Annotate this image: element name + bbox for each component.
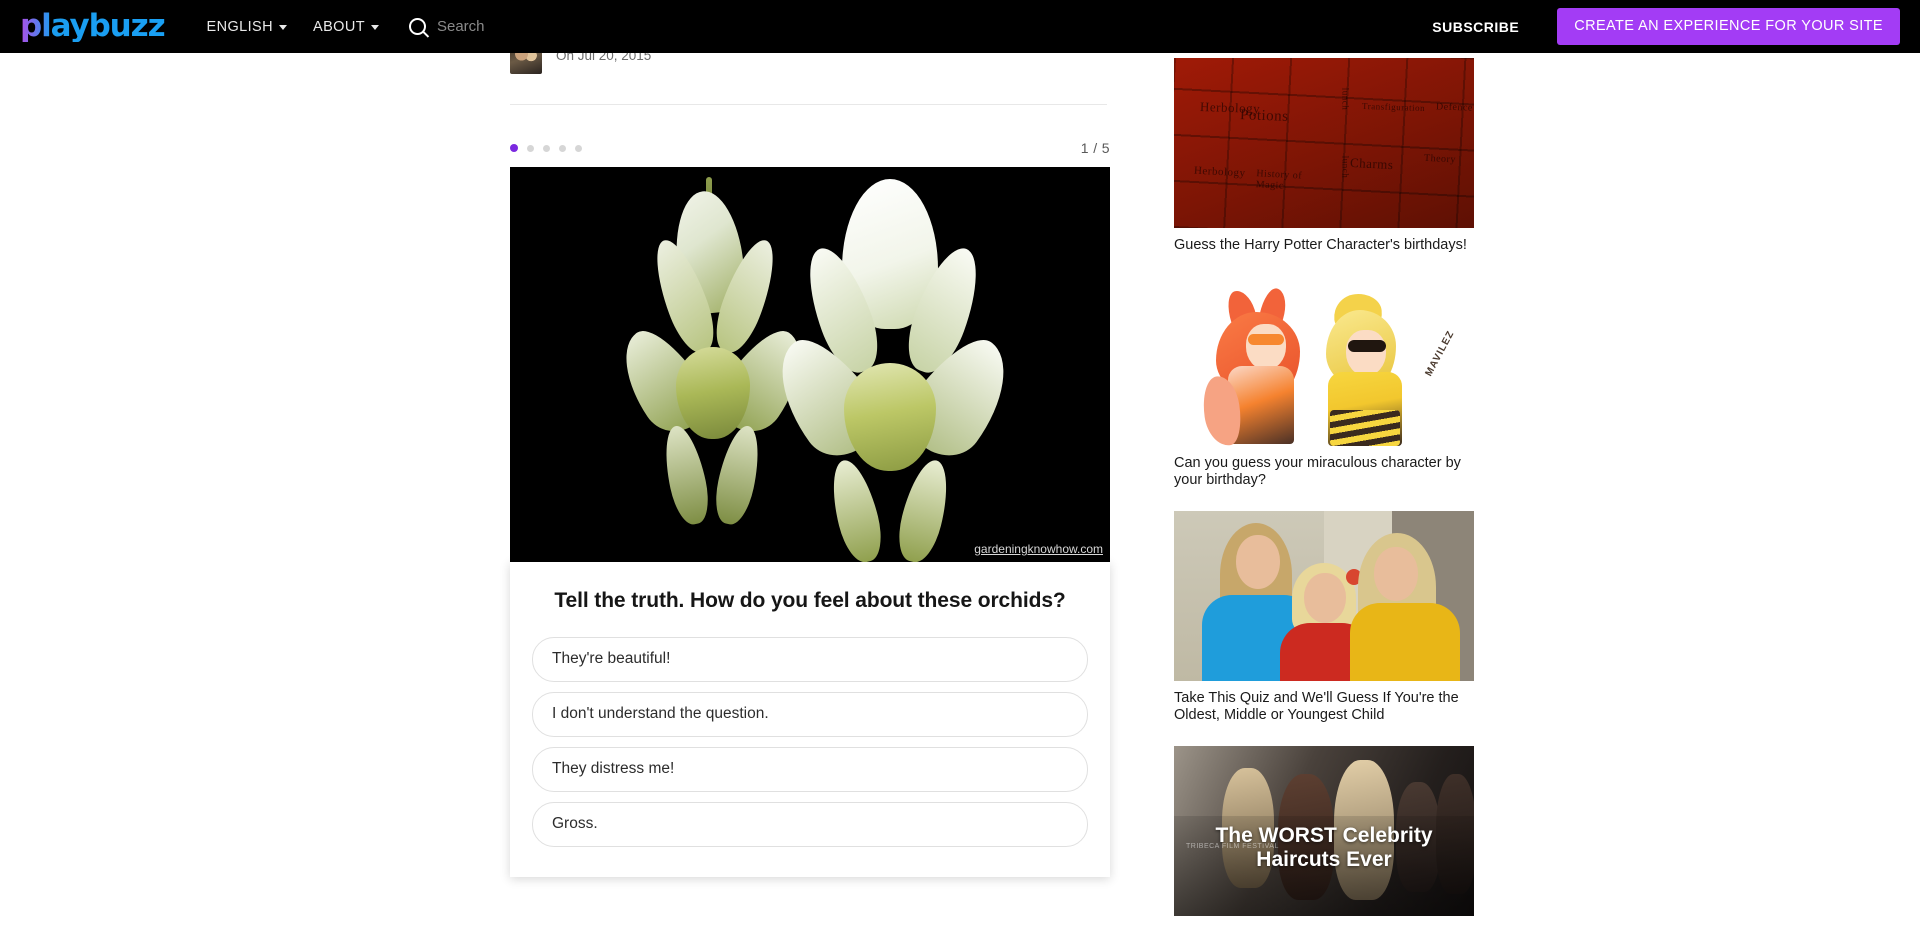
answer-option-2[interactable]: I don't understand the question.: [532, 692, 1088, 737]
thumb-label: lunch: [1340, 88, 1350, 111]
header-actions: SUBSCRIBE CREATE AN EXPERIENCE FOR YOUR …: [1432, 8, 1900, 45]
nav-item-english-label: ENGLISH: [207, 19, 273, 35]
promo-title-1[interactable]: Guess the Harry Potter Character's birth…: [1174, 237, 1474, 254]
answer-option-1[interactable]: They're beautiful!: [532, 637, 1088, 682]
promo-thumbnail-miraculous[interactable]: MAVILEZ: [1174, 276, 1474, 446]
image-watermark: gardeningknowhow.com: [974, 542, 1103, 556]
quiz-card: gardeningknowhow.com Tell the truth. How…: [510, 167, 1110, 877]
chevron-down-icon: [279, 25, 287, 30]
thumb-label: Transfiguration: [1362, 101, 1425, 113]
search-icon[interactable]: [409, 18, 426, 35]
thumb-label: History of Magic: [1255, 168, 1326, 194]
search-area: [409, 18, 697, 35]
site-header: playbuzz ENGLISH ABOUT SUBSCRIBE CREATE …: [0, 0, 1920, 53]
thumb-label: Charms: [1350, 155, 1394, 173]
sidebar-promos: Herbology Potions lunch Transfiguration …: [1174, 58, 1474, 938]
promo-item-2: MAVILEZ Can you guess your miraculous ch…: [1174, 276, 1474, 489]
search-input[interactable]: [437, 18, 697, 35]
thumb-label: Theory: [1424, 153, 1471, 166]
progress-counter: 1 / 5: [1081, 140, 1110, 156]
promo-thumbnail-harry-potter[interactable]: Herbology Potions lunch Transfiguration …: [1174, 58, 1474, 228]
promo-item-1: Herbology Potions lunch Transfiguration …: [1174, 58, 1474, 254]
thumb-label: Potions: [1240, 107, 1289, 126]
artist-signature: MAVILEZ: [1423, 329, 1456, 378]
quiz-image: gardeningknowhow.com: [510, 167, 1110, 562]
promo-overlay-title: The WORST Celebrity Haircuts Ever: [1174, 824, 1474, 872]
promo-thumbnail-siblings[interactable]: [1174, 511, 1474, 681]
create-experience-button[interactable]: CREATE AN EXPERIENCE FOR YOUR SITE: [1557, 8, 1900, 45]
thumb-label: Herbology: [1194, 165, 1246, 180]
step-dot-4[interactable]: [559, 145, 566, 152]
quiz-answers: They're beautiful! I don't understand th…: [532, 637, 1088, 847]
thumb-label: lunch: [1340, 156, 1350, 179]
quiz-progress: 1 / 5: [510, 140, 1110, 156]
quiz-question: Tell the truth. How do you feel about th…: [532, 588, 1088, 613]
quiz-body: Tell the truth. How do you feel about th…: [510, 562, 1110, 877]
step-dot-1[interactable]: [510, 144, 518, 152]
step-dot-3[interactable]: [543, 145, 550, 152]
step-dot-2[interactable]: [527, 145, 534, 152]
step-dot-5[interactable]: [575, 145, 582, 152]
answer-option-4[interactable]: Gross.: [532, 802, 1088, 847]
nav-item-about-label: ABOUT: [313, 19, 365, 35]
nav-item-about[interactable]: ABOUT: [313, 19, 379, 35]
answer-option-3[interactable]: They distress me!: [532, 747, 1088, 792]
promo-title-2[interactable]: Can you guess your miraculous character …: [1174, 455, 1474, 489]
subscribe-button[interactable]: SUBSCRIBE: [1432, 19, 1519, 35]
step-dots: [510, 144, 582, 152]
promo-item-3: Take This Quiz and We'll Guess If You're…: [1174, 511, 1474, 724]
promo-title-3[interactable]: Take This Quiz and We'll Guess If You're…: [1174, 690, 1474, 724]
promo-thumbnail-haircuts[interactable]: TRIBECA FILM FESTIVAL The WORST Celebrit…: [1174, 746, 1474, 916]
promo-item-4: TRIBECA FILM FESTIVAL The WORST Celebrit…: [1174, 746, 1474, 916]
playbuzz-logo[interactable]: playbuzz: [20, 11, 165, 42]
divider: [510, 104, 1107, 105]
nav-item-english[interactable]: ENGLISH: [207, 19, 287, 35]
thumb-label: Defence: [1436, 101, 1473, 113]
chevron-down-icon: [371, 25, 379, 30]
